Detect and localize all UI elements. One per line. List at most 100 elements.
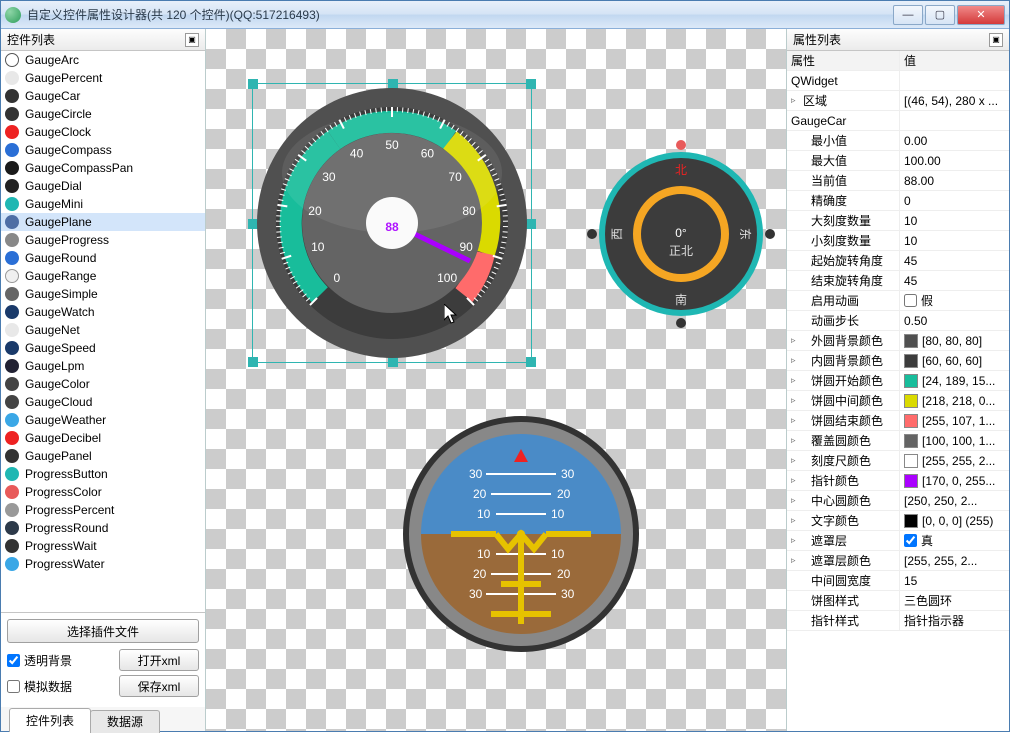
controls-footer: 选择插件文件 透明背景 打开xml 模拟数据 保存xml <box>1 612 205 707</box>
control-icon <box>5 395 19 409</box>
control-item-ProgressPercent[interactable]: ProgressPercent <box>1 501 205 519</box>
property-row[interactable]: ▹饼圆中间颜色[218, 218, 0... <box>787 391 1009 411</box>
select-plugin-file-button[interactable]: 选择插件文件 <box>7 619 199 643</box>
svg-text:北: 北 <box>675 163 687 177</box>
property-row[interactable]: 最大值100.00 <box>787 151 1009 171</box>
control-item-GaugeColor[interactable]: GaugeColor <box>1 375 205 393</box>
control-item-GaugeDecibel[interactable]: GaugeDecibel <box>1 429 205 447</box>
undock-icon[interactable]: ▣ <box>185 33 199 47</box>
control-item-GaugePanel[interactable]: GaugePanel <box>1 447 205 465</box>
property-row[interactable]: 饼图样式三色圆环 <box>787 591 1009 611</box>
control-item-GaugeWeather[interactable]: GaugeWeather <box>1 411 205 429</box>
property-row[interactable]: ▹区域[(46, 54), 280 x ... <box>787 91 1009 111</box>
property-row[interactable]: ▹遮罩层 真 <box>787 531 1009 551</box>
svg-text:正北: 正北 <box>669 244 693 258</box>
properties-grid[interactable]: 属性值QWidget▹区域[(46, 54), 280 x ...GaugeCa… <box>787 51 1009 731</box>
control-item-GaugeRange[interactable]: GaugeRange <box>1 267 205 285</box>
control-item-GaugeMini[interactable]: GaugeMini <box>1 195 205 213</box>
control-item-GaugeCar[interactable]: GaugeCar <box>1 87 205 105</box>
gauge-compass-widget[interactable]: 北 南 东 西 0° 正北 <box>586 139 776 329</box>
control-item-GaugeCloud[interactable]: GaugeCloud <box>1 393 205 411</box>
save-xml-button[interactable]: 保存xml <box>119 675 199 697</box>
property-row[interactable]: 启用动画 假 <box>787 291 1009 311</box>
control-label: GaugeSpeed <box>25 341 96 355</box>
property-row[interactable]: 指针样式指针指示器 <box>787 611 1009 631</box>
control-item-GaugeCompass[interactable]: GaugeCompass <box>1 141 205 159</box>
property-row[interactable]: ▹外圆背景颜色[80, 80, 80] <box>787 331 1009 351</box>
property-row[interactable]: ▹覆盖圆颜色[100, 100, 1... <box>787 431 1009 451</box>
control-label: GaugeClock <box>25 125 91 139</box>
control-item-GaugeRound[interactable]: GaugeRound <box>1 249 205 267</box>
gauge-car-widget[interactable]: 0102030405060708090100 88 <box>252 83 532 363</box>
control-item-GaugeNet[interactable]: GaugeNet <box>1 321 205 339</box>
undock-icon[interactable]: ▣ <box>989 33 1003 47</box>
property-row[interactable]: 当前值88.00 <box>787 171 1009 191</box>
control-item-GaugeCircle[interactable]: GaugeCircle <box>1 105 205 123</box>
property-row[interactable]: QWidget <box>787 71 1009 91</box>
property-row[interactable]: 起始旋转角度45 <box>787 251 1009 271</box>
control-item-GaugePlane[interactable]: GaugePlane <box>1 213 205 231</box>
control-item-GaugeDial[interactable]: GaugeDial <box>1 177 205 195</box>
control-item-ProgressWater[interactable]: ProgressWater <box>1 555 205 573</box>
control-icon <box>5 179 19 193</box>
property-row[interactable]: 中间圆宽度15 <box>787 571 1009 591</box>
property-row[interactable]: 结束旋转角度45 <box>787 271 1009 291</box>
control-item-ProgressRound[interactable]: ProgressRound <box>1 519 205 537</box>
titlebar[interactable]: 自定义控件属性设计器(共 120 个控件)(QQ:517216493) <box>1 1 1009 29</box>
control-label: ProgressWater <box>25 557 105 571</box>
property-row[interactable]: 小刻度数量10 <box>787 231 1009 251</box>
property-row[interactable]: ▹文字颜色[0, 0, 0] (255) <box>787 511 1009 531</box>
property-row[interactable]: ▹内圆背景颜色[60, 60, 60] <box>787 351 1009 371</box>
control-icon <box>5 269 19 283</box>
tab-controls-list[interactable]: 控件列表 <box>9 708 91 732</box>
close-button[interactable] <box>957 5 1005 25</box>
property-row[interactable]: 动画步长0.50 <box>787 311 1009 331</box>
controls-panel: 控件列表 ▣ GaugeArcGaugePercentGaugeCarGauge… <box>1 29 206 731</box>
property-row[interactable]: 属性值 <box>787 51 1009 71</box>
control-item-GaugeCompassPan[interactable]: GaugeCompassPan <box>1 159 205 177</box>
control-icon <box>5 503 19 517</box>
control-item-ProgressWait[interactable]: ProgressWait <box>1 537 205 555</box>
open-xml-button[interactable]: 打开xml <box>119 649 199 671</box>
control-item-GaugeSpeed[interactable]: GaugeSpeed <box>1 339 205 357</box>
property-row[interactable]: GaugeCar <box>787 111 1009 131</box>
control-item-ProgressButton[interactable]: ProgressButton <box>1 465 205 483</box>
control-label: GaugeCar <box>25 89 80 103</box>
control-icon <box>5 557 19 571</box>
control-item-ProgressColor[interactable]: ProgressColor <box>1 483 205 501</box>
property-row[interactable]: 精确度0 <box>787 191 1009 211</box>
control-icon <box>5 539 19 553</box>
property-row[interactable]: ▹中心圆颜色[250, 250, 2... <box>787 491 1009 511</box>
control-label: GaugeCompass <box>25 143 112 157</box>
control-label: GaugeWatch <box>25 305 95 319</box>
property-row[interactable]: 最小值0.00 <box>787 131 1009 151</box>
property-row[interactable]: ▹指针颜色[170, 0, 255... <box>787 471 1009 491</box>
property-row[interactable]: ▹饼圆开始颜色[24, 189, 15... <box>787 371 1009 391</box>
svg-text:西: 西 <box>610 228 624 240</box>
controls-list[interactable]: GaugeArcGaugePercent GaugeCar GaugeCircle G… <box>1 51 205 612</box>
property-row[interactable]: 大刻度数量10 <box>787 211 1009 231</box>
control-item-GaugeClock[interactable]: GaugeClock <box>1 123 205 141</box>
control-item-GaugeArc[interactable]: GaugeArc <box>1 51 205 69</box>
control-icon <box>5 485 19 499</box>
transparent-bg-checkbox[interactable]: 透明背景 <box>7 652 113 669</box>
control-item-GaugeSimple[interactable]: GaugeSimple <box>1 285 205 303</box>
design-canvas[interactable]: 0102030405060708090100 88 北 南 东 西 0° 正北 <box>206 29 786 731</box>
gauge-plane-widget[interactable]: 3030 2020 1010 1010 2020 3030 <box>401 414 641 654</box>
app-icon <box>5 7 21 23</box>
property-row[interactable]: ▹饼圆结束颜色[255, 107, 1... <box>787 411 1009 431</box>
control-item-GaugeProgress[interactable]: GaugeProgress <box>1 231 205 249</box>
svg-text:100: 100 <box>437 271 457 285</box>
control-label: ProgressRound <box>25 521 108 535</box>
control-label: GaugeRound <box>25 251 96 265</box>
control-item-GaugePercent[interactable]: GaugePercent <box>1 69 205 87</box>
control-label: ProgressPercent <box>25 503 114 517</box>
maximize-button[interactable] <box>925 5 955 25</box>
property-row[interactable]: ▹刻度尺颜色[255, 255, 2... <box>787 451 1009 471</box>
mock-data-checkbox[interactable]: 模拟数据 <box>7 678 113 695</box>
property-row[interactable]: ▹遮罩层颜色[255, 255, 2... <box>787 551 1009 571</box>
control-item-GaugeWatch[interactable]: GaugeWatch <box>1 303 205 321</box>
tab-datasource[interactable]: 数据源 <box>90 710 160 733</box>
minimize-button[interactable] <box>893 5 923 25</box>
control-item-GaugeLpm[interactable]: GaugeLpm <box>1 357 205 375</box>
